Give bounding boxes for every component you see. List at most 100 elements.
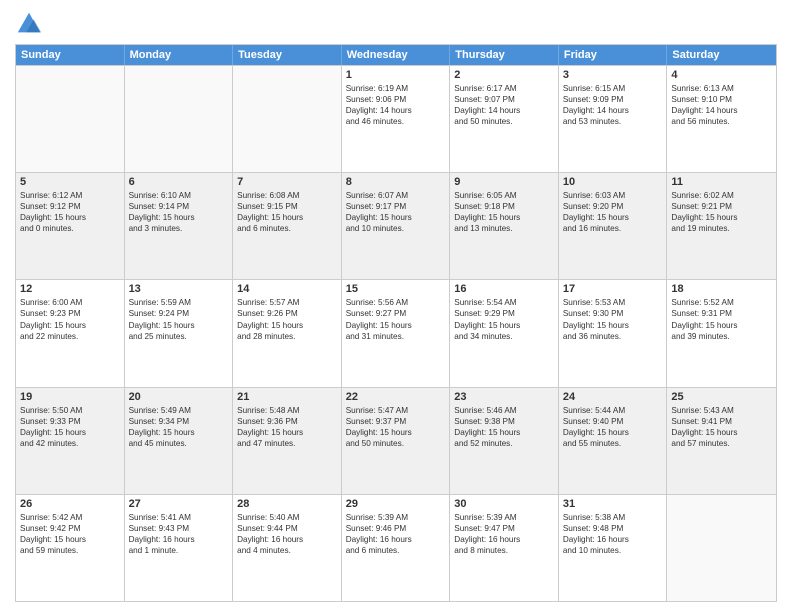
calendar-header-saturday: Saturday (667, 45, 776, 65)
day-number: 31 (563, 498, 663, 510)
cell-line: Daylight: 15 hours (20, 427, 120, 438)
cell-line: Sunset: 9:26 PM (237, 308, 337, 319)
day-number: 4 (671, 69, 772, 81)
day-number: 15 (346, 283, 446, 295)
cell-line: Daylight: 15 hours (237, 212, 337, 223)
cell-line: Sunset: 9:29 PM (454, 308, 554, 319)
day-number: 20 (129, 391, 229, 403)
cell-line: Sunset: 9:31 PM (671, 308, 772, 319)
cell-line: and 53 minutes. (563, 116, 663, 127)
day-number: 23 (454, 391, 554, 403)
cell-line: and 1 minute. (129, 545, 229, 556)
cell-line: Sunrise: 6:12 AM (20, 190, 120, 201)
cell-line: Sunrise: 5:53 AM (563, 297, 663, 308)
cell-line: Daylight: 16 hours (237, 534, 337, 545)
calendar-row-4: 19Sunrise: 5:50 AMSunset: 9:33 PMDayligh… (16, 387, 776, 494)
cell-line: Sunrise: 5:41 AM (129, 512, 229, 523)
calendar-row-3: 12Sunrise: 6:00 AMSunset: 9:23 PMDayligh… (16, 279, 776, 386)
cell-line: Daylight: 15 hours (20, 534, 120, 545)
day-number: 9 (454, 176, 554, 188)
calendar-row-1: 1Sunrise: 6:19 AMSunset: 9:06 PMDaylight… (16, 65, 776, 172)
cell-line: and 31 minutes. (346, 331, 446, 342)
calendar-header-thursday: Thursday (450, 45, 559, 65)
day-number: 10 (563, 176, 663, 188)
cell-line: Daylight: 15 hours (237, 427, 337, 438)
day-number: 29 (346, 498, 446, 510)
cell-line: Sunset: 9:17 PM (346, 201, 446, 212)
cell-line: Sunrise: 6:05 AM (454, 190, 554, 201)
cell-line: and 16 minutes. (563, 223, 663, 234)
cell-line: Daylight: 14 hours (346, 105, 446, 116)
cal-cell: 18Sunrise: 5:52 AMSunset: 9:31 PMDayligh… (667, 280, 776, 386)
day-number: 3 (563, 69, 663, 81)
cell-line: and 50 minutes. (346, 438, 446, 449)
cell-line: Sunrise: 5:42 AM (20, 512, 120, 523)
cell-line: Sunrise: 5:57 AM (237, 297, 337, 308)
cal-cell: 5 Sunrise: 6:12 AMSunset: 9:12 PMDaylight… (16, 173, 125, 279)
cell-line: Sunset: 9:44 PM (237, 523, 337, 534)
cell-line: Sunset: 9:42 PM (20, 523, 120, 534)
cell-line: Sunrise: 6:13 AM (671, 83, 772, 94)
day-number: 2 (454, 69, 554, 81)
cell-line: Daylight: 15 hours (454, 427, 554, 438)
cell-line: Sunrise: 5:56 AM (346, 297, 446, 308)
day-number: 14 (237, 283, 337, 295)
cell-line: Daylight: 16 hours (346, 534, 446, 545)
cal-cell: 26Sunrise: 5:42 AMSunset: 9:42 PMDayligh… (16, 495, 125, 601)
day-number: 17 (563, 283, 663, 295)
day-number: 19 (20, 391, 120, 403)
cal-cell: 6Sunrise: 6:10 AMSunset: 9:14 PMDaylight… (125, 173, 234, 279)
cell-line: Sunset: 9:21 PM (671, 201, 772, 212)
cell-line: Sunset: 9:48 PM (563, 523, 663, 534)
day-number: 30 (454, 498, 554, 510)
cell-line: and 57 minutes. (671, 438, 772, 449)
cell-line: Sunset: 9:12 PM (20, 201, 120, 212)
cell-line: Daylight: 15 hours (454, 212, 554, 223)
day-number: 1 (346, 69, 446, 81)
cell-line: Daylight: 15 hours (346, 320, 446, 331)
day-number: 7 (237, 176, 337, 188)
cell-line: and 13 minutes. (454, 223, 554, 234)
cell-line: Sunrise: 5:50 AM (20, 405, 120, 416)
calendar-header-monday: Monday (125, 45, 234, 65)
day-number: 6 (129, 176, 229, 188)
cell-line: Sunrise: 5:49 AM (129, 405, 229, 416)
cal-cell: 15 Sunrise: 5:56 AMSunset: 9:27 PMDayligh… (342, 280, 451, 386)
cell-line: and 34 minutes. (454, 331, 554, 342)
cell-line: and 55 minutes. (563, 438, 663, 449)
cell-line: Sunrise: 6:00 AM (20, 297, 120, 308)
cal-cell: 11Sunrise: 6:02 AMSunset: 9:21 PMDayligh… (667, 173, 776, 279)
cell-line: Sunrise: 6:07 AM (346, 190, 446, 201)
cell-line: and 6 minutes. (346, 545, 446, 556)
calendar-row-5: 26Sunrise: 5:42 AMSunset: 9:42 PMDayligh… (16, 494, 776, 601)
cell-line: Daylight: 15 hours (20, 212, 120, 223)
header (15, 10, 777, 38)
cell-line: Sunset: 9:33 PM (20, 416, 120, 427)
cell-line: and 36 minutes. (563, 331, 663, 342)
cell-line: Daylight: 15 hours (346, 427, 446, 438)
day-number: 12 (20, 283, 120, 295)
cal-cell: 27Sunrise: 5:41 AMSunset: 9:43 PMDayligh… (125, 495, 234, 601)
cell-line: Sunrise: 5:44 AM (563, 405, 663, 416)
cell-line: and 45 minutes. (129, 438, 229, 449)
cal-cell: 20Sunrise: 5:49 AMSunset: 9:34 PMDayligh… (125, 388, 234, 494)
cal-cell (667, 495, 776, 601)
cal-cell: 10Sunrise: 6:03 AMSunset: 9:20 PMDayligh… (559, 173, 668, 279)
cell-line: Daylight: 15 hours (346, 212, 446, 223)
day-number: 5 (20, 176, 120, 188)
cell-line: Sunset: 9:30 PM (563, 308, 663, 319)
cell-line: Sunset: 9:27 PM (346, 308, 446, 319)
cell-line: Sunset: 9:40 PM (563, 416, 663, 427)
cell-line: Sunrise: 5:38 AM (563, 512, 663, 523)
calendar-header-friday: Friday (559, 45, 668, 65)
cell-line: Sunset: 9:38 PM (454, 416, 554, 427)
cell-line: Sunset: 9:14 PM (129, 201, 229, 212)
cal-cell: 31Sunrise: 5:38 AMSunset: 9:48 PMDayligh… (559, 495, 668, 601)
cell-line: and 28 minutes. (237, 331, 337, 342)
cell-line: Sunset: 9:10 PM (671, 94, 772, 105)
cal-cell (16, 66, 125, 172)
day-number: 16 (454, 283, 554, 295)
cell-line: and 3 minutes. (129, 223, 229, 234)
cell-line: Sunset: 9:37 PM (346, 416, 446, 427)
cell-line: Sunset: 9:18 PM (454, 201, 554, 212)
